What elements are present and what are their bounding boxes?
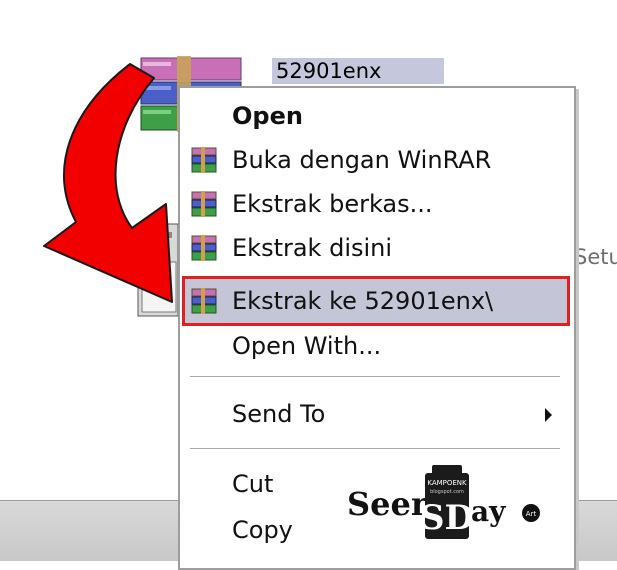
red-curved-arrow-icon xyxy=(43,63,173,303)
